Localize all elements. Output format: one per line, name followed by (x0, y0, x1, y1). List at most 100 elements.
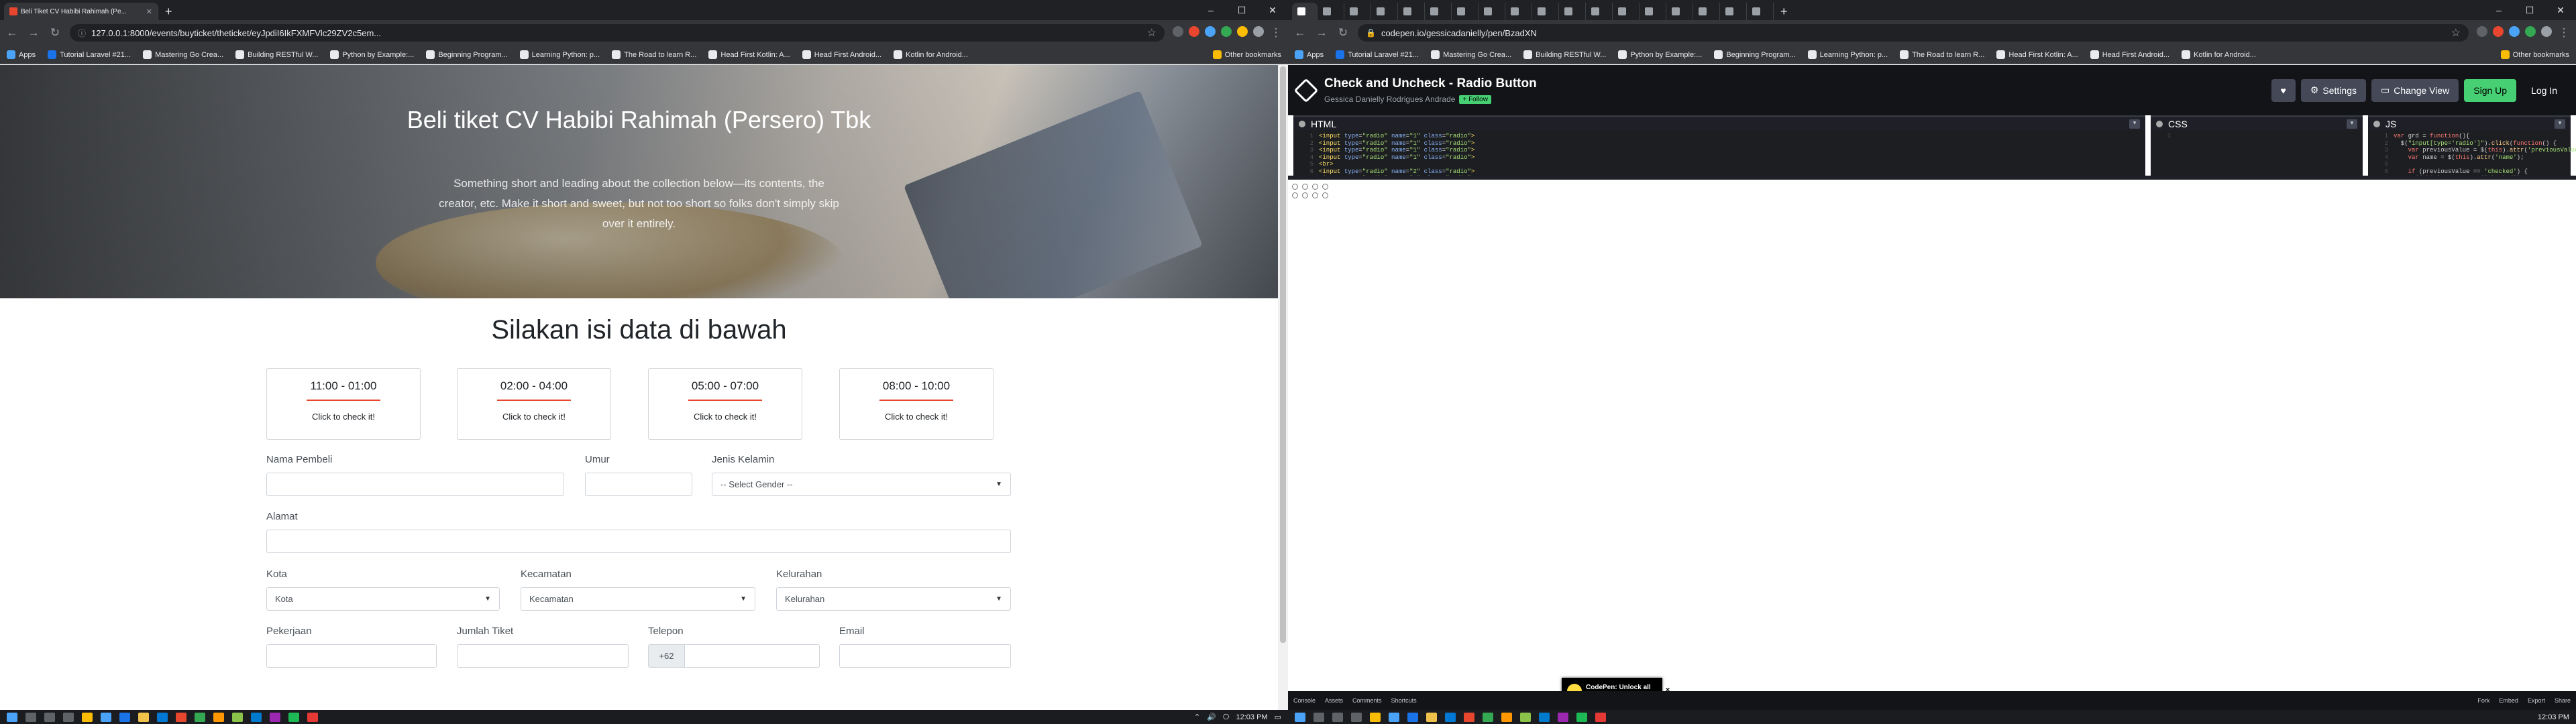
bookmark-item[interactable]: Python by Example:... (1618, 50, 1702, 59)
bookmark-item[interactable]: Learning Python: p... (519, 50, 600, 59)
tab[interactable] (1318, 3, 1344, 20)
tab[interactable] (1586, 3, 1613, 20)
bookmark-item[interactable]: Kotlin for Android... (2182, 50, 2256, 59)
tab[interactable] (1532, 3, 1559, 20)
time-slot-card[interactable]: 08:00 - 10:00 Click to check it! (839, 368, 994, 440)
app-icon[interactable] (176, 712, 186, 722)
extension-icon[interactable] (1189, 26, 1199, 37)
extension-icon[interactable] (1205, 26, 1216, 37)
tab[interactable] (1505, 3, 1532, 20)
telepon-input[interactable] (684, 644, 820, 668)
search-icon[interactable] (1313, 712, 1324, 722)
change-view-button[interactable]: ▭ Change View (2371, 78, 2459, 102)
new-tab-icon[interactable]: + (1774, 3, 1794, 20)
tab[interactable] (1425, 3, 1452, 20)
spotify-icon[interactable] (1576, 712, 1587, 722)
radio-button[interactable] (1302, 192, 1308, 198)
bookmark-star-icon[interactable]: ☆ (2451, 26, 2461, 40)
tab[interactable] (1640, 3, 1666, 20)
shortcuts-button[interactable]: Shortcuts (1391, 697, 1417, 704)
time-slot-card[interactable]: 02:00 - 04:00 Click to check it! (457, 368, 611, 440)
maximize-icon[interactable]: ☐ (1226, 0, 1257, 20)
export-button[interactable]: Export (2528, 697, 2545, 704)
close-window-icon[interactable]: ✕ (2545, 0, 2576, 20)
comments-button[interactable]: Comments (1352, 697, 1382, 704)
embed-button[interactable]: Embed (2499, 697, 2518, 704)
folder-icon[interactable] (1426, 712, 1437, 722)
menu-kebab-icon[interactable]: ⋮ (1269, 26, 1283, 40)
tab-codepen[interactable] (1292, 3, 1318, 20)
bookmark-item[interactable]: Building RESTful W... (1523, 50, 1606, 59)
bookmark-other[interactable]: Other bookmarks (2500, 50, 2569, 59)
search-icon[interactable] (25, 712, 36, 722)
url-input[interactable]: 🔒 codepen.io/gessicadanielly/pen/BzadXN … (1358, 24, 2469, 42)
back-icon[interactable]: ← (1293, 26, 1307, 40)
bookmark-item[interactable]: Head First Kotlin: A... (1996, 50, 2078, 59)
radio-button[interactable] (1292, 192, 1298, 198)
chevron-down-icon[interactable]: ▾ (2129, 119, 2140, 129)
bookmark-item[interactable]: Head First Android... (2090, 50, 2169, 59)
radio-button[interactable] (1312, 192, 1318, 198)
reload-icon[interactable]: ↻ (48, 26, 62, 40)
js-code[interactable]: 1 var grd = function(){ 2 $("input[type='… (2368, 130, 2576, 182)
tab[interactable] (1747, 3, 1774, 20)
app-icon[interactable] (119, 712, 130, 722)
share-button[interactable]: Share (2555, 697, 2571, 704)
bookmark-item[interactable]: The Road to learn R... (612, 50, 696, 59)
bookmark-item[interactable]: Building RESTful W... (235, 50, 318, 59)
tab[interactable] (1720, 3, 1747, 20)
minimize-icon[interactable]: – (2483, 0, 2514, 20)
folder-icon[interactable] (138, 712, 149, 722)
store-icon[interactable] (1445, 712, 1456, 722)
author-name[interactable]: Gessica Danielly Rodrigues Andrade (1324, 95, 1455, 104)
jumlah-tiket-input[interactable] (457, 644, 629, 668)
bookmark-item[interactable]: Tutorial Laravel #21... (48, 50, 131, 59)
css-editor[interactable]: CSS ▾ 1 (2151, 115, 2363, 176)
tab[interactable] (1479, 3, 1505, 20)
gear-icon[interactable] (1299, 120, 1305, 127)
extension-icon[interactable] (2477, 26, 2487, 37)
extension-icon[interactable] (1221, 26, 1232, 37)
time-slot-card[interactable]: 05:00 - 07:00 Click to check it! (648, 368, 802, 440)
email-input[interactable] (839, 644, 1011, 668)
forward-icon[interactable]: → (27, 26, 40, 40)
menu-kebab-icon[interactable]: ⋮ (2557, 26, 2571, 40)
gear-icon[interactable] (2373, 120, 2380, 127)
volume-icon[interactable]: 🔊 (1207, 713, 1216, 721)
chevron-down-icon[interactable]: ▾ (2555, 119, 2565, 129)
bookmark-apps[interactable]: Apps (7, 50, 36, 59)
heart-button[interactable]: ♥ (2271, 78, 2296, 102)
app-icon[interactable] (270, 712, 280, 722)
store-icon[interactable] (157, 712, 168, 722)
tab[interactable] (1666, 3, 1693, 20)
task-view-icon[interactable] (1351, 712, 1362, 722)
codepen-logo-icon[interactable] (1293, 78, 1319, 103)
alamat-input[interactable] (266, 530, 1011, 553)
profile-avatar[interactable] (1253, 26, 1264, 37)
app-icon[interactable] (1464, 712, 1474, 722)
app-icon[interactable] (1483, 712, 1493, 722)
assets-button[interactable]: Assets (1325, 697, 1343, 704)
chrome-icon[interactable] (1370, 712, 1381, 722)
login-button[interactable]: Log In (2522, 78, 2567, 102)
bookmark-item[interactable]: Head First Kotlin: A... (708, 50, 790, 59)
reload-icon[interactable]: ↻ (1336, 26, 1350, 40)
radio-button[interactable] (1322, 184, 1328, 190)
app-icon[interactable] (195, 712, 205, 722)
kecamatan-select[interactable]: Kecamatan ▼ (521, 587, 755, 611)
bookmark-other[interactable]: Other bookmarks (1212, 50, 1281, 59)
bookmark-item[interactable]: Mastering Go Crea... (1431, 50, 1511, 59)
profile-avatar[interactable] (2541, 26, 2552, 37)
extension-icon[interactable] (2509, 26, 2520, 37)
extension-icon[interactable] (2493, 26, 2504, 37)
close-icon[interactable]: ✕ (146, 7, 152, 16)
kelurahan-select[interactable]: Kelurahan ▼ (776, 587, 1011, 611)
page-scrollbar[interactable] (1278, 65, 1288, 710)
extension-icon[interactable] (2525, 26, 2536, 37)
vscode-icon[interactable] (251, 712, 262, 722)
radio-button[interactable] (1312, 184, 1318, 190)
pekerjaan-input[interactable] (266, 644, 437, 668)
bookmark-apps[interactable]: Apps (1295, 50, 1324, 59)
windows-start-icon[interactable] (1295, 712, 1305, 722)
app-icon[interactable] (101, 712, 111, 722)
